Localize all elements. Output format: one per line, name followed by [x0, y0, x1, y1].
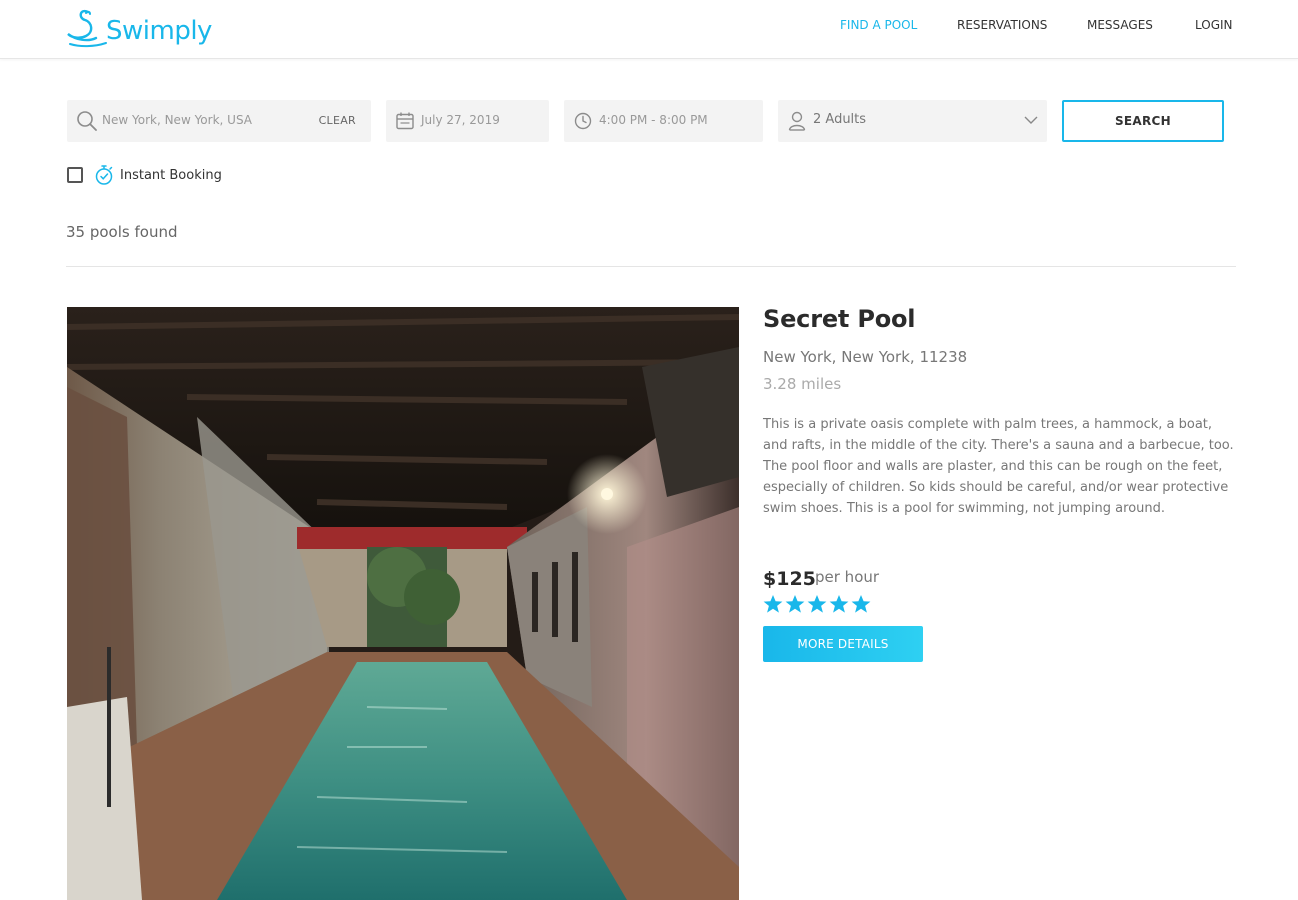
time-value: 4:00 PM - 8:00 PM: [599, 113, 708, 127]
time-field[interactable]: 4:00 PM - 8:00 PM: [564, 100, 763, 142]
results-count: 35 pools found: [66, 223, 178, 241]
search-icon: [76, 110, 98, 132]
pool-distance: 3.28 miles: [763, 375, 842, 393]
pool-title[interactable]: Secret Pool: [763, 305, 916, 333]
star-icon: [807, 595, 827, 613]
nav-find-a-pool[interactable]: FIND A POOL: [840, 18, 917, 32]
star-icon: [829, 595, 849, 613]
pool-description: This is a private oasis complete with pa…: [763, 417, 1234, 516]
date-field[interactable]: July 27, 2019: [386, 100, 549, 142]
indoor-pool-image: [67, 307, 739, 900]
pool-photo[interactable]: [67, 307, 739, 900]
calendar-icon: [395, 111, 415, 131]
nav-messages[interactable]: MESSAGES: [1087, 18, 1153, 32]
location-value: New York, New York, USA: [102, 113, 252, 127]
swimply-logo[interactable]: Swimply: [66, 2, 212, 48]
pool-price: $125: [763, 568, 816, 590]
chevron-down-icon: [1024, 114, 1038, 126]
stopwatch-icon: [94, 164, 114, 190]
date-value: July 27, 2019: [421, 113, 500, 127]
guests-select[interactable]: 2 Adults: [778, 100, 1047, 142]
pool-location: New York, New York, 11238: [763, 348, 968, 366]
star-icon: [851, 595, 871, 613]
guests-value: 2 Adults: [813, 112, 867, 127]
logo-text: Swimply: [106, 16, 212, 46]
price-unit: per hour: [815, 568, 880, 586]
star-icon: [785, 595, 805, 613]
clear-location-button[interactable]: CLEAR: [319, 114, 356, 127]
rating-stars: [763, 594, 871, 614]
clock-icon: [573, 111, 593, 131]
user-icon: [787, 110, 807, 132]
instant-booking-checkbox[interactable]: [67, 167, 83, 183]
top-nav-bar: Swimply FIND A POOL RESERVATIONS MESSAGE…: [0, 0, 1298, 59]
more-details-button[interactable]: MORE DETAILS: [763, 626, 923, 662]
location-field[interactable]: New York, New York, USA CLEAR: [67, 100, 371, 142]
swan-logo-icon: [67, 9, 107, 48]
star-icon: [763, 595, 783, 613]
nav-reservations[interactable]: RESERVATIONS: [957, 18, 1047, 32]
search-button[interactable]: SEARCH: [1062, 100, 1224, 142]
nav-login[interactable]: LOGIN: [1195, 18, 1233, 32]
results-divider: [66, 266, 1236, 267]
instant-booking-label[interactable]: Instant Booking: [120, 168, 222, 183]
